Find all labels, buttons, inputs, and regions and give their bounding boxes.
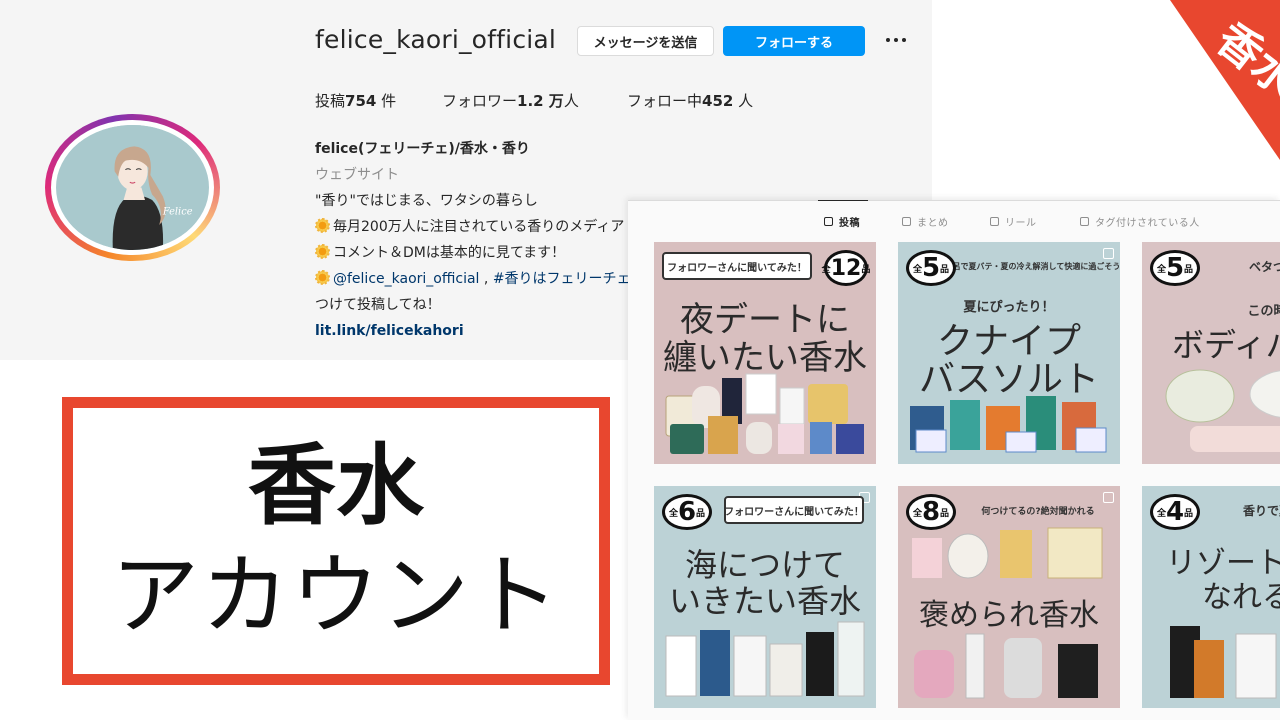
post-thumbnail[interactable]: フォロワーさんに聞いてみた！ 全 12 品 夜デートに 纏いたい香水 [654,242,876,464]
followers-count[interactable]: フォロワー1.2 万人 [442,90,579,111]
posts-grid-panel: 投稿 まとめ リール タグ付けされている人 フォロワーさんに聞いてみた！ 全 12… [628,200,1280,720]
mention-link[interactable]: @felice_kaori_official [333,271,479,287]
corner-ribbon: 香水 [1080,0,1280,160]
post-subtitle: この時期必須ア [1247,304,1280,319]
tab-reels[interactable]: リール [990,214,1037,229]
callout-box: 香水 アカウント [62,397,610,685]
sunflower-icon [315,244,330,259]
bath-salt-jars-image [910,396,1107,453]
tagged-icon [1080,217,1089,226]
grid-icon [824,217,833,226]
active-tab-indicator [818,200,868,201]
post-thumbnail[interactable]: 全8品 何つけてるの?絶対聞かれる 褒められ香水 [898,486,1120,708]
avatar-signature: Felice [162,206,193,217]
bio-line: "香り"ではじまる、ワタシの暮らし [315,193,538,209]
avatar-illustration: Felice [56,125,209,250]
post-thumbnail[interactable]: 全5品 ベタつき瞬間サラ この時期必須ア ボディパウ [1142,242,1280,464]
tab-tagged[interactable]: タグ付けされている人 [1080,214,1200,229]
profile-bio: felice(フェリーチェ)/香水・香り ウェブサイト "香り"ではじまる、ワタ… [315,136,635,344]
profile-website-link[interactable]: lit.link/felicekahori [315,318,635,344]
perfume-bottles-image [912,527,1103,579]
perfume-bottles-image [914,633,1098,699]
post-thumbnail[interactable]: お風呂で夏バテ・夏の冷え解消して快適に過ごそう♪ 全5品 夏にぴったり！ クナイ… [898,242,1120,464]
tab-guides[interactable]: まとめ [902,214,949,229]
item-count-badge: 全 12 品 [822,250,870,286]
perfume-bottles-image [665,373,864,454]
perfume-bottles-image [1170,626,1277,699]
item-count-badge: 全6品 [662,494,712,530]
profile-category: ウェブサイト [315,167,399,183]
sunflower-icon [315,218,330,233]
item-count-badge: 全5品 [906,250,956,286]
item-count-badge: 全5品 [1150,250,1200,286]
profile-tabs: 投稿 まとめ リール タグ付けされている人 [628,200,1280,240]
bio-line: @felice_kaori_official , #香りはフェリーチェ [315,266,635,292]
item-count-badge: 全4品 [1150,494,1200,530]
avatar[interactable]: Felice [45,114,220,261]
profile-display-name: felice(フェリーチェ)/香水・香り [315,141,530,157]
post-thumbnail[interactable]: 全4品 香りで夏しちゃい リゾート気 なれる香 [1142,486,1280,708]
follow-button[interactable]: フォローする [723,26,865,56]
hashtag-link[interactable]: #香りはフェリーチェ [493,271,631,287]
perfume-bottles-image [665,621,865,697]
profile-username: felice_kaori_official [315,25,557,54]
bio-line: つけて投稿してね！ [315,297,441,313]
callout-title: 香水 [247,434,424,537]
tab-posts[interactable]: 投稿 [824,214,860,229]
guide-icon [902,217,911,226]
callout-subtitle: アカウント [110,544,561,647]
body-powder-image [1165,369,1280,452]
following-count[interactable]: フォロー中452 人 [627,90,753,111]
bio-line: コメント＆DMは基本的に見てます！ [315,240,635,266]
bio-line: 毎月200万人に注目されている香りのメディア [315,214,635,240]
sunflower-icon [315,270,330,285]
reels-icon [990,217,999,226]
more-options-icon[interactable] [883,30,909,50]
post-thumbnail[interactable]: 全6品 フォロワーさんに聞いてみた！ 海につけて いきたい香水 [654,486,876,708]
post-title: ボディパウ [1172,326,1280,364]
send-message-button[interactable]: メッセージを送信 [577,26,714,56]
posts-count: 投稿754 件 [315,92,397,110]
